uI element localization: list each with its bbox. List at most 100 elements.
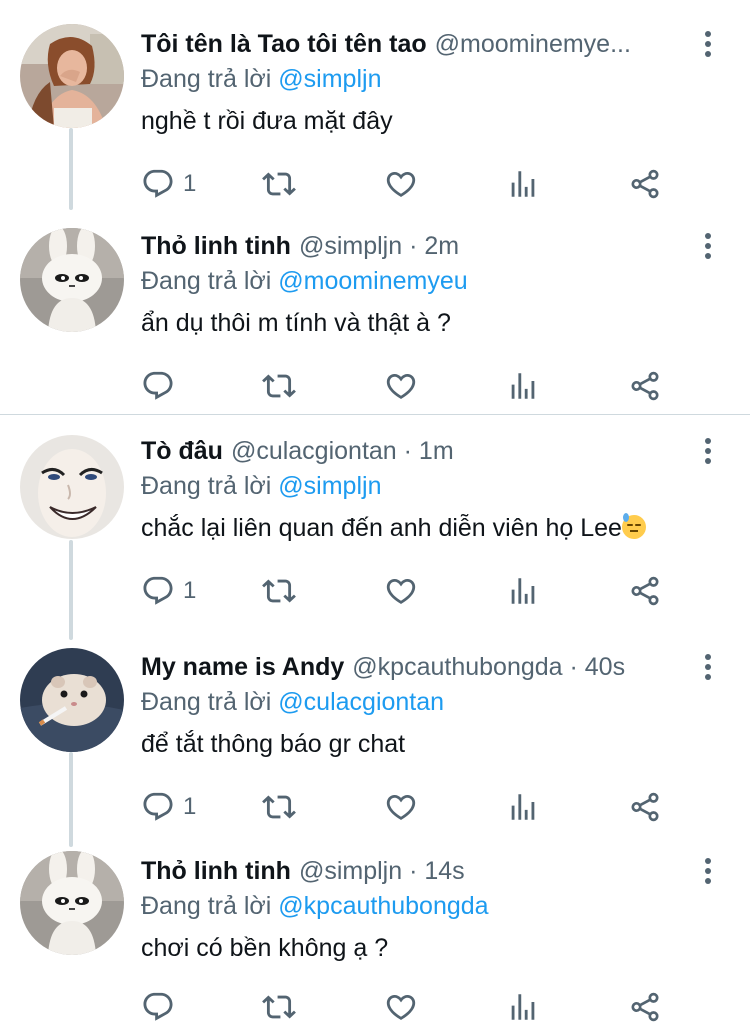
like-button[interactable] bbox=[384, 571, 418, 611]
like-button[interactable] bbox=[384, 366, 418, 406]
views-button[interactable] bbox=[506, 987, 540, 1027]
replying-to: Đang trả lời @simpljn bbox=[141, 468, 381, 504]
replying-to: Đang trả lời @kpcauthubongda bbox=[141, 888, 489, 924]
like-icon bbox=[384, 990, 418, 1024]
mention-link[interactable]: @culacgiontan bbox=[278, 688, 444, 716]
share-button[interactable] bbox=[628, 164, 662, 204]
views-button[interactable] bbox=[506, 164, 540, 204]
views-button[interactable] bbox=[506, 366, 540, 406]
retweet-icon bbox=[262, 167, 296, 201]
share-icon bbox=[628, 574, 662, 608]
handle[interactable]: @moominemye... bbox=[435, 24, 631, 64]
replying-to-label: Đang trả lời bbox=[141, 267, 272, 295]
woman-photo-avatar[interactable] bbox=[20, 24, 124, 128]
retweet-button[interactable] bbox=[262, 164, 296, 204]
more-icon[interactable] bbox=[694, 647, 722, 687]
reply-button[interactable]: 1 bbox=[141, 164, 196, 204]
views-icon bbox=[506, 369, 540, 403]
handle[interactable]: @kpcauthubongda · 40s bbox=[352, 647, 625, 687]
replying-to: Đang trả lời @culacgiontan bbox=[141, 684, 444, 720]
replying-to-label: Đang trả lời bbox=[141, 892, 272, 920]
tweet-text: ẩn dụ thôi m tính và thật à ? bbox=[141, 309, 451, 337]
tweet[interactable]: Thỏ linh tinh @simpljn · 2m Đang trả lời… bbox=[0, 226, 750, 416]
more-icon[interactable] bbox=[694, 431, 722, 471]
tweet[interactable]: Tò đâu @culacgiontan · 1m Đang trả lời @… bbox=[0, 431, 750, 621]
mention-link[interactable]: @kpcauthubongda bbox=[278, 892, 488, 920]
display-name[interactable]: My name is Andy bbox=[141, 647, 344, 687]
mention-link[interactable]: @moominemyeu bbox=[278, 267, 467, 295]
views-icon bbox=[506, 167, 540, 201]
more-icon[interactable] bbox=[694, 226, 722, 266]
views-icon bbox=[506, 790, 540, 824]
more-icon[interactable] bbox=[694, 851, 722, 891]
hamster-avatar[interactable] bbox=[20, 648, 124, 752]
display-name[interactable]: Thỏ linh tinh bbox=[141, 226, 291, 266]
reply-icon bbox=[141, 990, 175, 1024]
reply-button[interactable] bbox=[141, 987, 183, 1027]
bunny-plush-avatar[interactable] bbox=[20, 851, 124, 955]
handle[interactable]: @culacgiontan · 1m bbox=[231, 431, 454, 471]
like-icon bbox=[384, 369, 418, 403]
replying-to-label: Đang trả lời bbox=[141, 65, 272, 93]
tweet[interactable]: Thỏ linh tinh @simpljn · 14s Đang trả lờ… bbox=[0, 851, 750, 1032]
views-button[interactable] bbox=[506, 787, 540, 827]
more-icon[interactable] bbox=[694, 24, 722, 64]
reply-count: 1 bbox=[183, 170, 197, 197]
bunny-plush-avatar[interactable] bbox=[20, 228, 124, 332]
action-bar bbox=[0, 366, 750, 406]
share-button[interactable] bbox=[628, 787, 662, 827]
display-name[interactable]: Thỏ linh tinh bbox=[141, 851, 291, 891]
tweet[interactable]: My name is Andy @kpcauthubongda · 40s Đa… bbox=[0, 647, 750, 837]
reply-icon bbox=[141, 369, 175, 403]
like-button[interactable] bbox=[384, 164, 418, 204]
display-name[interactable]: Tò đâu bbox=[141, 431, 223, 471]
tweet-text: nghề t rồi đưa mặt đây bbox=[141, 107, 393, 135]
reply-icon bbox=[141, 790, 175, 824]
like-button[interactable] bbox=[384, 787, 418, 827]
action-bar: 1 bbox=[0, 787, 750, 827]
tweet-header: Thỏ linh tinh @simpljn · 2m bbox=[141, 226, 686, 266]
tweet-text: chắc lại liên quan đến anh diễn viên họ … bbox=[141, 514, 622, 542]
retweet-button[interactable] bbox=[262, 366, 296, 406]
share-icon bbox=[628, 167, 662, 201]
replying-to-label: Đang trả lời bbox=[141, 472, 272, 500]
views-icon bbox=[506, 990, 540, 1024]
retweet-icon bbox=[262, 574, 296, 608]
tweet-header: My name is Andy @kpcauthubongda · 40s bbox=[141, 647, 686, 687]
tweet-text: chơi có bền không ạ ? bbox=[141, 934, 389, 962]
reply-icon bbox=[141, 574, 175, 608]
retweet-icon bbox=[262, 990, 296, 1024]
replying-to-label: Đang trả lời bbox=[141, 688, 272, 716]
retweet-button[interactable] bbox=[262, 571, 296, 611]
reply-button[interactable]: 1 bbox=[141, 571, 196, 611]
like-icon bbox=[384, 167, 418, 201]
retweet-button[interactable] bbox=[262, 787, 296, 827]
retweet-icon bbox=[262, 369, 296, 403]
tweet-header: Thỏ linh tinh @simpljn · 14s bbox=[141, 851, 686, 891]
share-icon bbox=[628, 790, 662, 824]
reply-icon bbox=[141, 167, 175, 201]
share-button[interactable] bbox=[628, 987, 662, 1027]
tweet[interactable]: Tôi tên là Tao tôi tên tao @moominemye..… bbox=[0, 24, 750, 214]
share-button[interactable] bbox=[628, 571, 662, 611]
smiling-mask-avatar[interactable] bbox=[20, 435, 124, 539]
like-icon bbox=[384, 790, 418, 824]
handle[interactable]: @simpljn · 2m bbox=[299, 226, 459, 266]
action-bar: 1 bbox=[0, 164, 750, 204]
mention-link[interactable]: @simpljn bbox=[278, 472, 381, 500]
views-button[interactable] bbox=[506, 571, 540, 611]
tweet-header: Tò đâu @culacgiontan · 1m bbox=[141, 431, 686, 471]
like-button[interactable] bbox=[384, 987, 418, 1027]
display-name[interactable]: Tôi tên là Tao tôi tên tao bbox=[141, 24, 427, 64]
reply-button[interactable]: 1 bbox=[141, 787, 196, 827]
mention-link[interactable]: @simpljn bbox=[278, 65, 381, 93]
action-bar bbox=[0, 987, 750, 1027]
retweet-icon bbox=[262, 790, 296, 824]
handle[interactable]: @simpljn · 14s bbox=[299, 851, 465, 891]
tweet-header: Tôi tên là Tao tôi tên tao @moominemye..… bbox=[141, 24, 686, 64]
reply-button[interactable] bbox=[141, 366, 183, 406]
retweet-button[interactable] bbox=[262, 987, 296, 1027]
replying-to: Đang trả lời @moominemyeu bbox=[141, 263, 468, 299]
share-button[interactable] bbox=[628, 366, 662, 406]
like-icon bbox=[384, 574, 418, 608]
